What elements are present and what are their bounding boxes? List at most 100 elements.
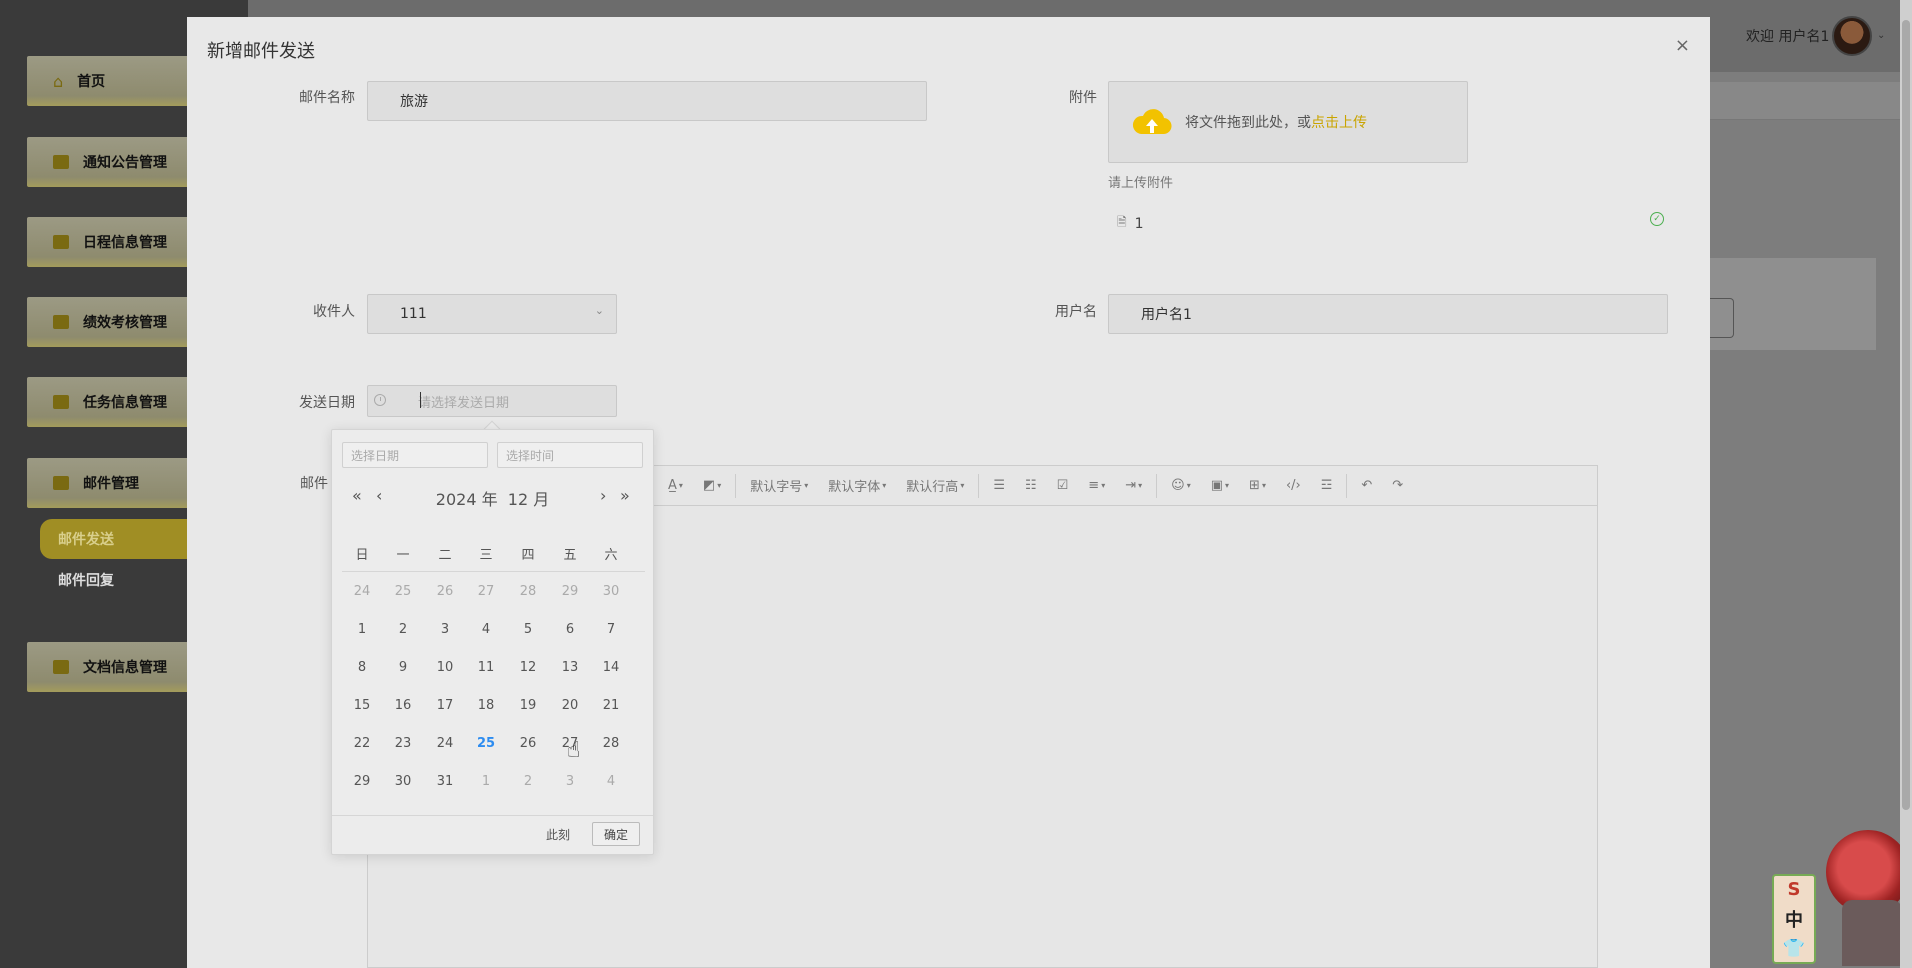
code-icon[interactable]: ‹/› <box>1286 478 1301 493</box>
weekday-header: 三 <box>479 548 493 563</box>
document-icon: 🗎 <box>1117 215 1127 229</box>
indent-icon[interactable]: ⇥ ▾ <box>1125 478 1142 493</box>
recipient-select[interactable]: 111 ⌄ <box>367 294 617 334</box>
calendar-day[interactable]: 15 <box>348 698 376 713</box>
calendar-day[interactable]: 22 <box>348 736 376 751</box>
username-input[interactable]: 用户名1 <box>1108 294 1668 334</box>
close-icon[interactable]: × <box>1675 35 1690 56</box>
font-color-button[interactable]: A̲ ▾ <box>668 478 683 493</box>
calendar-day[interactable]: 30 <box>389 774 417 789</box>
calendar-day[interactable]: 1 <box>348 622 376 637</box>
divider-icon[interactable]: ☲ <box>1321 478 1333 493</box>
redo-icon[interactable]: ↷ <box>1392 478 1403 493</box>
calendar-day[interactable]: 26 <box>514 736 542 751</box>
send-date-label: 发送日期 <box>299 395 355 411</box>
mascot-widget[interactable]: S 中 👕 <box>1772 830 1912 968</box>
date-picker: 选择日期 选择时间 « ‹ 2024 年 12 月 › » 日一二三四五六 24… <box>331 429 654 855</box>
hand-cursor-icon: ☝ <box>567 738 581 763</box>
calendar-day[interactable]: 5 <box>514 622 542 637</box>
calendar-day[interactable]: 11 <box>472 660 500 675</box>
sidebar-item-label: 邮件管理 <box>83 476 139 492</box>
file-list-item[interactable]: 🗎 1 <box>1117 213 1144 234</box>
recipient-label: 收件人 <box>313 304 355 320</box>
calendar-day[interactable]: 4 <box>597 774 625 789</box>
calendar-day[interactable]: 26 <box>431 584 459 599</box>
line-height-select[interactable]: 默认行高 ▾ <box>906 476 964 495</box>
calendar-day[interactable]: 25 <box>472 736 500 751</box>
calendar-day[interactable]: 18 <box>472 698 500 713</box>
avatar[interactable] <box>1832 16 1872 56</box>
calendar-day[interactable]: 9 <box>389 660 417 675</box>
calendar-day[interactable]: 19 <box>514 698 542 713</box>
menu-icon <box>53 395 69 409</box>
weekday-header: 五 <box>563 548 577 563</box>
calendar-day[interactable]: 24 <box>431 736 459 751</box>
next-year-icon[interactable]: » <box>620 486 630 505</box>
weekday-header: 四 <box>521 548 535 563</box>
calendar-day[interactable]: 1 <box>472 774 500 789</box>
todo-icon[interactable]: ☑ <box>1057 478 1069 493</box>
calendar-day[interactable]: 3 <box>556 774 584 789</box>
calendar-day[interactable]: 21 <box>597 698 625 713</box>
calendar-day[interactable]: 20 <box>556 698 584 713</box>
calendar-day[interactable]: 25 <box>389 584 417 599</box>
mascot-body <box>1842 900 1902 966</box>
calendar-day[interactable]: 23 <box>389 736 417 751</box>
calendar-day[interactable]: 16 <box>389 698 417 713</box>
picker-time-input[interactable]: 选择时间 <box>497 442 643 468</box>
calendar-day[interactable]: 27 <box>472 584 500 599</box>
numbered-list-icon[interactable]: ☷ <box>1025 478 1037 493</box>
scrollbar[interactable] <box>1900 0 1912 968</box>
undo-icon[interactable]: ↶ <box>1361 478 1372 493</box>
tab-bar <box>1700 82 1912 120</box>
chevron-down-icon[interactable]: ⌄ <box>1877 30 1885 41</box>
dialog-title: 新增邮件发送 <box>207 41 315 62</box>
picker-month[interactable]: 12 月 <box>508 490 549 509</box>
calendar-day[interactable]: 30 <box>597 584 625 599</box>
sidebar-item-label: 首页 <box>77 74 106 90</box>
confirm-button[interactable]: 确定 <box>592 822 640 846</box>
calendar-day[interactable]: 2 <box>514 774 542 789</box>
bullet-list-icon[interactable]: ☰ <box>993 478 1005 493</box>
calendar-day[interactable]: 12 <box>514 660 542 675</box>
calendar-day[interactable]: 17 <box>431 698 459 713</box>
calendar-day[interactable]: 28 <box>597 736 625 751</box>
calendar-day[interactable]: 24 <box>348 584 376 599</box>
calendar-day[interactable]: 28 <box>514 584 542 599</box>
emoji-icon[interactable]: ☺ ▾ <box>1171 478 1191 493</box>
menu-icon <box>53 660 69 674</box>
send-date-input[interactable]: 请选择发送日期 <box>367 385 617 417</box>
clock-icon <box>374 394 386 406</box>
background-color-button[interactable]: ◩ ▾ <box>703 478 721 493</box>
scrollbar-thumb[interactable] <box>1902 20 1910 810</box>
mascot-zh: 中 <box>1785 910 1803 931</box>
image-icon[interactable]: ▣ ▾ <box>1211 478 1229 493</box>
calendar-day[interactable]: 2 <box>389 622 417 637</box>
highlight-icon: ◩ <box>702 478 716 493</box>
calendar-day[interactable]: 14 <box>597 660 625 675</box>
menu-icon <box>53 155 69 169</box>
calendar-day[interactable]: 29 <box>348 774 376 789</box>
calendar-day[interactable]: 10 <box>431 660 459 675</box>
calendar-day[interactable]: 8 <box>348 660 376 675</box>
now-button[interactable]: 此刻 <box>546 826 570 843</box>
calendar-day[interactable]: 13 <box>556 660 584 675</box>
calendar-day[interactable]: 3 <box>431 622 459 637</box>
calendar-day[interactable]: 31 <box>431 774 459 789</box>
next-month-icon[interactable]: › <box>600 486 606 505</box>
align-icon[interactable]: ≡ ▾ <box>1088 478 1105 493</box>
upload-dropzone[interactable]: 将文件拖到此处，或 点击上传 <box>1108 81 1468 163</box>
font-size-select[interactable]: 默认字号 ▾ <box>750 476 808 495</box>
chevron-down-icon: ⌄ <box>594 304 604 317</box>
calendar-day[interactable]: 29 <box>556 584 584 599</box>
table-icon[interactable]: ⊞ ▾ <box>1249 478 1266 493</box>
picker-date-input[interactable]: 选择日期 <box>342 442 488 468</box>
calendar-day[interactable]: 4 <box>472 622 500 637</box>
mail-name-input[interactable]: 旅游 <box>367 81 927 121</box>
sidebar-item-label: 文档信息管理 <box>83 660 167 676</box>
calendar-day[interactable]: 6 <box>556 622 584 637</box>
font-family-select[interactable]: 默认字体 ▾ <box>828 476 886 495</box>
picker-year[interactable]: 2024 年 <box>436 490 498 509</box>
upload-link[interactable]: 点击上传 <box>1311 112 1367 132</box>
calendar-day[interactable]: 7 <box>597 622 625 637</box>
